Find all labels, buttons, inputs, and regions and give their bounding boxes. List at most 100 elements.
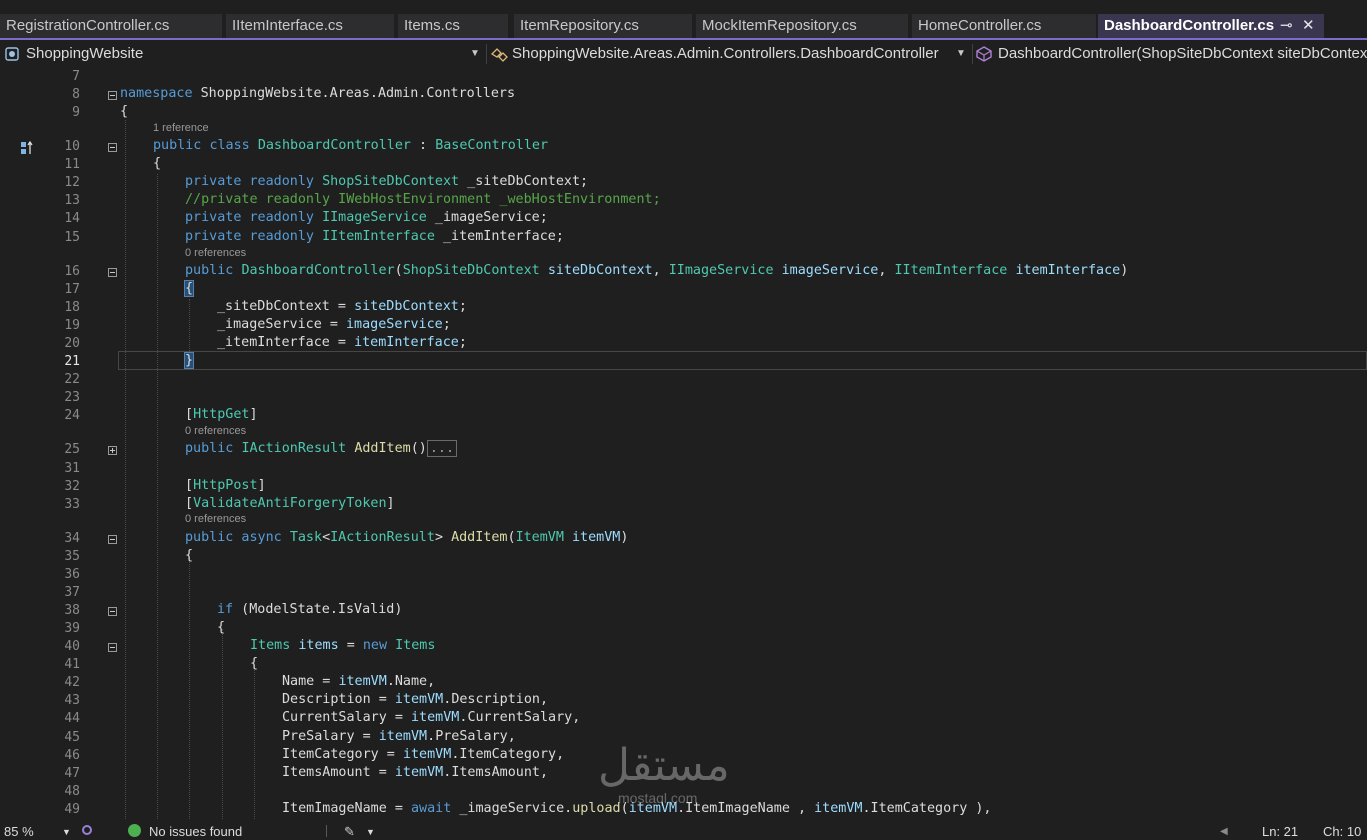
line-number: 21	[64, 354, 80, 369]
code-line: Description = itemVM.Description,	[282, 692, 549, 707]
code-line: {	[153, 156, 162, 171]
type-dropdown[interactable]: ShoppingWebsite.Areas.Admin.Controllers.…	[490, 42, 968, 66]
line-number: 20	[64, 336, 80, 351]
fold-toggle[interactable]	[108, 643, 117, 652]
watermark-arabic: مستقل	[598, 740, 730, 791]
indent-guide	[254, 665, 255, 819]
divider	[486, 44, 487, 64]
implementation-margin-icon[interactable]	[20, 141, 34, 155]
code-line: _itemInterface = itemInterface;	[217, 335, 467, 350]
line-number: 49	[64, 802, 80, 817]
code-line: {	[185, 548, 194, 563]
method-icon	[976, 46, 992, 62]
code-line: {	[217, 620, 226, 635]
line-number: 44	[64, 711, 80, 726]
line-number: 13	[64, 193, 80, 208]
code-line: public DashboardController(ShopSiteDbCon…	[185, 263, 1129, 278]
code-line: }	[183, 352, 195, 369]
line-number: 43	[64, 693, 80, 708]
references-codelens[interactable]: 0 references	[185, 247, 246, 259]
tab-iiteminterface[interactable]: IItemInterface.cs	[226, 14, 394, 38]
code-line: Items items = new Items	[250, 638, 436, 653]
chevron-down-icon[interactable]: ▼	[366, 827, 375, 837]
chevron-down-icon[interactable]: ▼	[62, 827, 71, 837]
scroll-left-icon[interactable]: ◀	[1220, 826, 1228, 837]
tab-dashboard-controller[interactable]: DashboardController.cs ⊸ ✕	[1098, 14, 1324, 38]
brush-icon[interactable]: ✎	[344, 824, 355, 840]
status-bar: 85 % ▼ No issues found ✎ ▼ ◀ Ln: 21 Ch: …	[0, 819, 1367, 840]
line-number: 38	[64, 603, 80, 618]
expand-toggle[interactable]	[108, 446, 117, 455]
fold-toggle[interactable]	[108, 607, 117, 616]
divider	[972, 44, 973, 64]
collapsed-region[interactable]: ...	[426, 440, 458, 457]
fold-toggle[interactable]	[108, 535, 117, 544]
line-number: 48	[64, 784, 80, 799]
tab-items[interactable]: Items.cs	[398, 14, 508, 38]
tab-label: HomeController.cs	[918, 17, 1042, 34]
line-number: 31	[64, 461, 80, 476]
line-number: 18	[64, 300, 80, 315]
tab-label: IItemInterface.cs	[232, 17, 343, 34]
code-comment: //private readonly IWebHostEnvironment _…	[185, 192, 661, 207]
tab-bar: RegistrationController.cs IItemInterface…	[0, 0, 1367, 40]
line-number: 47	[64, 766, 80, 781]
code-editor[interactable]: 7 8 9 10 11 12 13 14 15 16 17 18 19 20 2…	[0, 68, 1367, 819]
chevron-down-icon: ▼	[470, 48, 480, 59]
line-number: 33	[64, 497, 80, 512]
code-line: PreSalary = itemVM.PreSalary,	[282, 729, 516, 744]
watermark-latin: mostaql.com	[618, 790, 698, 806]
code-line: public async Task<IActionResult> AddItem…	[185, 530, 629, 545]
tab-mock-item-repository[interactable]: MockItemRepository.cs	[696, 14, 908, 38]
indent-guide	[157, 174, 158, 819]
references-codelens[interactable]: 1 reference	[153, 122, 209, 134]
code-line: _imageService = imageService;	[217, 317, 451, 332]
navigation-bar: ShoppingWebsite ▼ ShoppingWebsite.Areas.…	[0, 40, 1367, 68]
fold-toggle[interactable]	[108, 268, 117, 277]
line-number: 12	[64, 175, 80, 190]
indent-guide	[125, 120, 126, 819]
tab-registration-controller[interactable]: RegistrationController.cs	[0, 14, 222, 38]
code-line: private readonly ShopSiteDbContext _site…	[185, 174, 589, 189]
references-codelens[interactable]: 0 references	[185, 513, 246, 525]
line-number: 39	[64, 621, 80, 636]
check-circle-icon	[128, 824, 141, 837]
divider	[326, 825, 327, 837]
tab-item-repository[interactable]: ItemRepository.cs	[514, 14, 692, 38]
member-dropdown[interactable]: DashboardController(ShopSiteDbContext si…	[976, 42, 1367, 66]
code-line: private readonly IItemInterface _itemInt…	[185, 229, 564, 244]
code-line: public IActionResult AddItem()...	[185, 440, 458, 457]
project-dropdown[interactable]: ShoppingWebsite ▼	[4, 42, 480, 66]
current-line-highlight	[118, 351, 1367, 370]
member-name: DashboardController(ShopSiteDbContext si…	[998, 45, 1367, 62]
fold-toggle[interactable]	[108, 143, 117, 152]
line-number: 17	[64, 282, 80, 297]
line-number: 8	[72, 87, 80, 102]
line-number: 11	[64, 157, 80, 172]
code-line: _siteDbContext = siteDbContext;	[217, 299, 467, 314]
line-number: 10	[64, 139, 80, 154]
tab-home-controller[interactable]: HomeController.cs	[912, 14, 1096, 38]
code-line: ItemsAmount = itemVM.ItemsAmount,	[282, 765, 549, 780]
code-line: {	[183, 280, 195, 297]
csharp-project-icon	[5, 47, 19, 61]
line-number: 32	[64, 479, 80, 494]
line-number: 37	[64, 585, 80, 600]
code-line: namespace ShoppingWebsite.Areas.Admin.Co…	[120, 86, 516, 101]
code-line: [ValidateAntiForgeryToken]	[185, 496, 395, 511]
code-line: public class DashboardController : BaseC…	[153, 138, 549, 153]
line-number: 42	[64, 675, 80, 690]
tab-label: ItemRepository.cs	[520, 17, 639, 34]
references-codelens[interactable]: 0 references	[185, 425, 246, 437]
code-line: [HttpGet]	[185, 407, 258, 422]
pin-icon[interactable]: ⊸	[1280, 14, 1293, 38]
close-icon[interactable]: ✕	[1302, 14, 1315, 38]
class-icon	[490, 48, 508, 62]
line-number: 24	[64, 408, 80, 423]
line-number: 41	[64, 657, 80, 672]
indent-guide	[189, 299, 190, 357]
code-line: if (ModelState.IsValid)	[217, 602, 403, 617]
copilot-icon[interactable]	[82, 825, 92, 835]
line-number: 15	[64, 230, 80, 245]
fold-toggle[interactable]	[108, 91, 117, 100]
